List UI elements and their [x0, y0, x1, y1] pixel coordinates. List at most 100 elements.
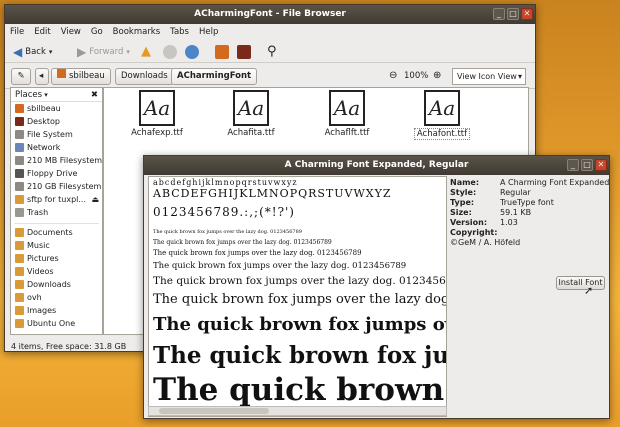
- places-sidebar: Places ▾ ✖ sbilbeau Desktop File System N…: [10, 87, 103, 335]
- folder-icon: [15, 319, 24, 328]
- info-row: Name: A Charming Font Expanded: [450, 178, 610, 187]
- folder-icon: [15, 241, 24, 250]
- back-button[interactable]: ◀ Back ▾: [13, 43, 52, 61]
- places-header[interactable]: Places ▾ ✖: [11, 88, 102, 102]
- file-item-selected[interactable]: Aa Achafont.ttf: [407, 90, 477, 140]
- info-row: ©GeM / A. Höfeld: [450, 238, 521, 247]
- window-title: ACharmingFont - File Browser: [5, 5, 535, 24]
- menu-view[interactable]: View: [56, 24, 86, 41]
- file-item[interactable]: Aa Achaflft.ttf: [312, 90, 382, 138]
- font-file-icon: Aa: [329, 90, 365, 126]
- close-button[interactable]: ✕: [595, 159, 607, 171]
- forward-button[interactable]: ▶ Forward ▾: [77, 43, 130, 61]
- chevron-down-icon[interactable]: ▾: [49, 43, 53, 61]
- up-button[interactable]: ▲: [141, 43, 151, 61]
- preview-size-36: The quick brown fox jumps over the lazy …: [153, 372, 446, 408]
- sidebar-item-filesystem[interactable]: File System: [11, 128, 102, 141]
- menu-help[interactable]: Help: [194, 24, 223, 41]
- folder-icon: [15, 195, 24, 204]
- preview-size-6: The quick brown fox jumps over the lazy …: [153, 229, 302, 235]
- close-sidebar-icon[interactable]: ✖: [91, 88, 98, 102]
- chevron-down-icon: ▾: [517, 72, 522, 81]
- crumb-back-button[interactable]: ◂: [35, 68, 49, 85]
- view-mode-select[interactable]: View Icon View ▾: [452, 68, 526, 85]
- toolbar: ◀ Back ▾ ▶ Forward ▾ ▲ ⚲: [5, 41, 535, 63]
- home-icon: [15, 104, 24, 113]
- sidebar-item-sftp[interactable]: sftp for tuxpl... ⏏: [11, 193, 102, 206]
- font-preview-area[interactable]: abcdefghijklmnopqrstuvwxyz ABCDEFGHIJKLM…: [148, 176, 447, 417]
- sidebar-item-downloads[interactable]: Downloads: [11, 278, 102, 291]
- sidebar-item-desktop[interactable]: Desktop: [11, 115, 102, 128]
- eject-icon[interactable]: ⏏: [91, 193, 102, 206]
- reload-icon: [185, 45, 199, 59]
- computer-button[interactable]: [237, 43, 251, 61]
- mouse-cursor-icon: ➚: [584, 284, 594, 297]
- scrollbar-thumb[interactable]: [159, 408, 269, 414]
- sidebar-item-floppy[interactable]: Floppy Drive: [11, 167, 102, 180]
- preview-digits: 0123456789.:,;(*!?'): [153, 205, 295, 219]
- sidebar-item-network[interactable]: Network: [11, 141, 102, 154]
- menu-bookmarks[interactable]: Bookmarks: [108, 24, 166, 41]
- sidebar-item-home[interactable]: sbilbeau: [11, 102, 102, 115]
- install-font-button[interactable]: Install Font: [556, 276, 605, 290]
- font-file-icon: Aa: [233, 90, 269, 126]
- sidebar-item-ubuntu-one[interactable]: Ubuntu One: [11, 317, 102, 330]
- preview-size-7: The quick brown fox jumps over the lazy …: [153, 239, 332, 246]
- search-button[interactable]: ⚲: [267, 43, 277, 61]
- minimize-button[interactable]: _: [493, 8, 505, 20]
- font-info-panel: Name: A Charming Font Expanded Style: Regu…: [450, 178, 610, 248]
- sidebar-item-210mb[interactable]: 210 MB Filesystem: [11, 154, 102, 167]
- sidebar-item-videos[interactable]: Videos: [11, 265, 102, 278]
- horizontal-scrollbar[interactable]: [148, 406, 447, 416]
- preview-size-18: The quick brown fox jumps over the lazy …: [153, 314, 446, 335]
- minimize-button[interactable]: _: [567, 159, 579, 171]
- close-button[interactable]: ✕: [521, 8, 533, 20]
- sidebar-item-pictures[interactable]: Pictures: [11, 252, 102, 265]
- file-item[interactable]: Aa Achafita.ttf: [216, 90, 286, 138]
- home-button[interactable]: [215, 43, 229, 61]
- preview-size-8: The quick brown fox jumps over the lazy …: [153, 249, 362, 257]
- font-viewer-window: A Charming Font Expanded, Regular _ □ ✕ …: [143, 155, 610, 419]
- chevron-left-icon: ◂: [39, 71, 44, 81]
- crumb-current-folder[interactable]: ACharmingFont: [171, 68, 258, 85]
- preview-size-10: The quick brown fox jumps over the lazy …: [153, 275, 447, 287]
- edit-location-button[interactable]: ✎: [11, 68, 31, 85]
- folder-icon: [15, 280, 24, 289]
- home-icon: [57, 69, 66, 78]
- menu-go[interactable]: Go: [86, 24, 108, 41]
- preview-uppercase: ABCDEFGHIJKLMNOPQRSTUVWXYZ: [153, 187, 392, 200]
- menu-edit[interactable]: Edit: [29, 24, 55, 41]
- info-row: Type: TrueType font: [450, 198, 554, 207]
- desktop-icon: [15, 117, 24, 126]
- chevron-down-icon[interactable]: ▾: [126, 43, 130, 61]
- folder-icon: [15, 306, 24, 315]
- crumb-downloads[interactable]: Downloads: [115, 68, 174, 85]
- preview-lowercase: abcdefghijklmnopqrstuvwxyz: [153, 178, 298, 187]
- crumb-home[interactable]: sbilbeau: [51, 68, 111, 85]
- font-file-icon: Aa: [139, 90, 175, 126]
- maximize-button[interactable]: □: [581, 159, 593, 171]
- drive-icon: [15, 182, 24, 191]
- viewer-title: A Charming Font Expanded, Regular: [144, 156, 609, 175]
- maximize-button[interactable]: □: [507, 8, 519, 20]
- menu-bar: File Edit View Go Bookmarks Tabs Help: [5, 24, 535, 41]
- zoom-level[interactable]: 100%: [404, 71, 428, 81]
- sidebar-item-ovh[interactable]: ovh: [11, 291, 102, 304]
- zoom-in-icon[interactable]: ⊕: [433, 70, 441, 81]
- sidebar-item-music[interactable]: Music: [11, 239, 102, 252]
- sidebar-item-210gb[interactable]: 210 GB Filesystem: [11, 180, 102, 193]
- file-item[interactable]: Aa Achafexp.ttf: [122, 90, 192, 138]
- folder-icon: [15, 267, 24, 276]
- zoom-out-icon[interactable]: ⊖: [389, 70, 397, 81]
- forward-arrow-icon: ▶: [77, 45, 87, 59]
- menu-tabs[interactable]: Tabs: [165, 24, 194, 41]
- sidebar-item-documents[interactable]: Documents: [11, 226, 102, 239]
- reload-button[interactable]: [185, 43, 199, 61]
- up-arrow-icon: ▲: [141, 44, 151, 59]
- info-row: Version: 1.03: [450, 218, 518, 227]
- sidebar-item-images[interactable]: Images: [11, 304, 102, 317]
- stop-button[interactable]: [163, 43, 177, 61]
- sidebar-item-trash[interactable]: Trash: [11, 206, 102, 219]
- menu-file[interactable]: File: [5, 24, 29, 41]
- info-row: Size: 59.1 KB: [450, 208, 532, 217]
